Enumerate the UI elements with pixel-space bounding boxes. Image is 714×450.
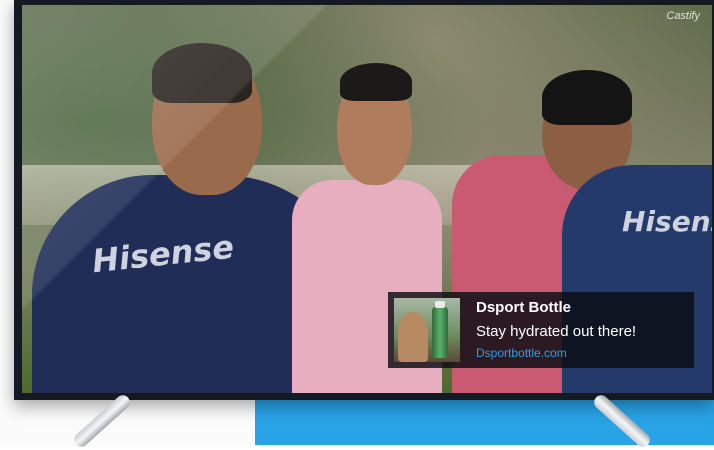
tv-stand-right	[560, 392, 680, 450]
product-thumbnail	[394, 298, 460, 362]
player-right-hair	[542, 70, 632, 125]
ad-notification[interactable]: Dsport Bottle Stay hydrated out there! D…	[388, 292, 694, 368]
shirt-logo-right: Hisense	[622, 205, 712, 238]
notification-title: Dsport Bottle	[476, 298, 571, 316]
notification-text: Dsport Bottle Stay hydrated out there! D…	[476, 299, 636, 362]
castify-watermark: Castify	[666, 11, 700, 22]
player-center-hair	[340, 63, 412, 101]
thumbnail-person	[398, 312, 428, 362]
tv-screen: Hisense Hisense Castify Dsport Bottle St…	[22, 5, 712, 393]
notification-message: Stay hydrated out there!	[476, 322, 637, 340]
bottle-cap-icon	[435, 301, 445, 308]
tv-frame: Hisense Hisense Castify Dsport Bottle St…	[14, 0, 714, 400]
tv-stand-left	[45, 392, 165, 450]
castify-logo: Castify	[666, 10, 700, 22]
bottle-icon	[432, 306, 448, 358]
player-foreground-hair	[152, 43, 252, 103]
notification-link[interactable]: Dsportbottle.com	[476, 346, 636, 361]
